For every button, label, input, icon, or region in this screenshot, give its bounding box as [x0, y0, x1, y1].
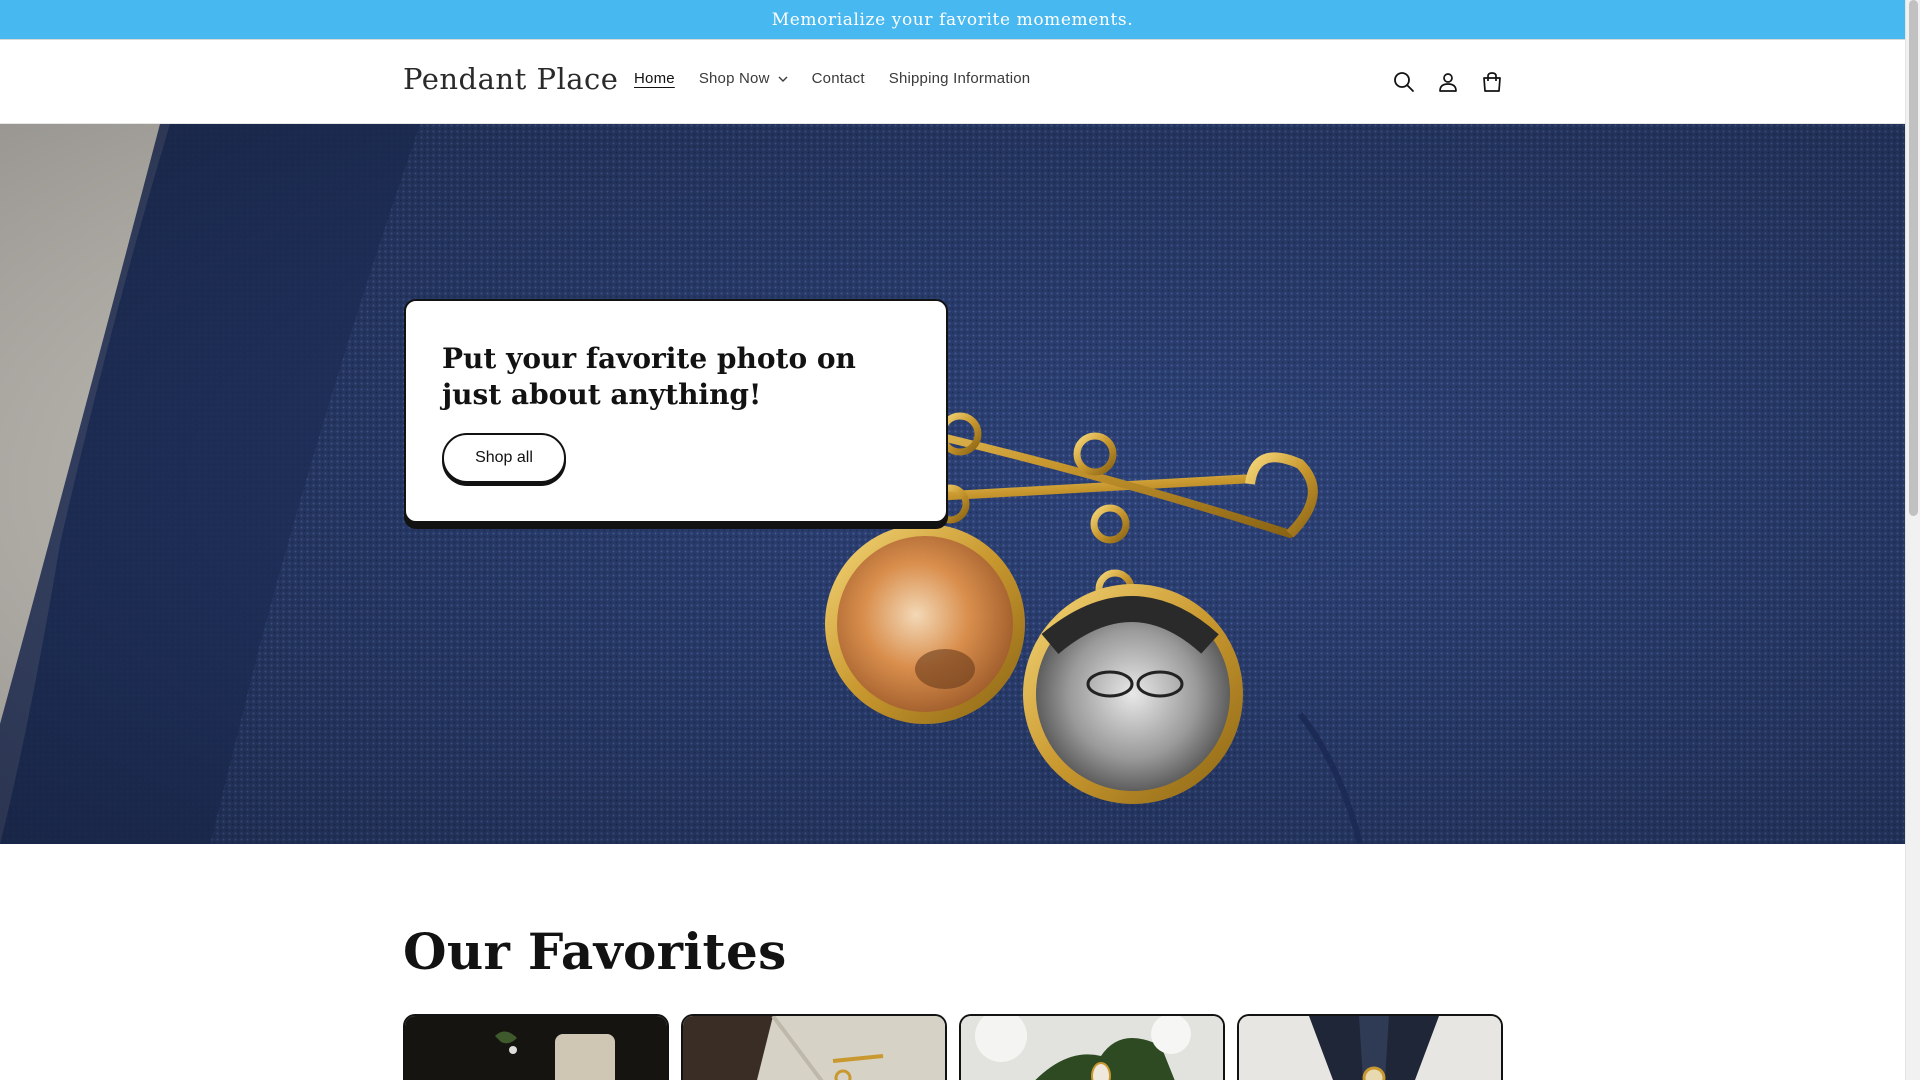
shop-all-button[interactable]: Shop all	[442, 433, 566, 483]
account-button[interactable]	[1430, 64, 1466, 100]
page-scrollbar[interactable]	[1905, 0, 1920, 1080]
product-image	[683, 1016, 945, 1080]
nav-shop-now[interactable]: Shop Now	[699, 70, 788, 87]
hero-image	[0, 124, 1905, 844]
cart-icon	[1483, 72, 1501, 92]
nav-home-label: Home	[634, 70, 675, 87]
product-image	[405, 1016, 667, 1080]
site-header: Pendant Place Home Shop Now Contact Ship…	[0, 40, 1905, 124]
nav-home[interactable]: Home	[634, 70, 675, 87]
chevron-down-icon	[778, 76, 788, 82]
section-title: Our Favorites	[403, 922, 787, 981]
product-card[interactable]	[1237, 1014, 1503, 1080]
product-grid	[403, 1014, 1503, 1080]
product-card[interactable]	[403, 1014, 669, 1080]
nav-shipping-label: Shipping Information	[888, 70, 1031, 87]
announcement-text: Memorialize your favorite momements.	[771, 9, 1134, 30]
search-button[interactable]	[1386, 64, 1422, 100]
site-logo[interactable]: Pendant Place	[403, 62, 618, 96]
product-card[interactable]	[959, 1014, 1225, 1080]
product-image	[1239, 1016, 1501, 1080]
announcement-bar: Memorialize your favorite momements.	[0, 0, 1905, 40]
nav-contact-label: Contact	[811, 70, 865, 87]
scrollbar-thumb[interactable]	[1909, 0, 1918, 516]
main-nav: Home Shop Now Contact Shipping Informati…	[634, 70, 1054, 87]
cart-button[interactable]	[1474, 64, 1510, 100]
nav-shop-now-label: Shop Now	[698, 70, 770, 87]
hero-banner: Put your favorite photo on just about an…	[0, 124, 1905, 844]
product-image	[961, 1016, 1223, 1080]
search-icon	[1394, 72, 1414, 92]
hero-title: Put your favorite photo on just about an…	[442, 342, 856, 411]
nav-contact[interactable]: Contact	[812, 70, 865, 87]
account-icon	[1439, 73, 1457, 92]
nav-shipping-information[interactable]: Shipping Information	[889, 70, 1031, 87]
product-card[interactable]	[681, 1014, 947, 1080]
hero-card: Put your favorite photo on just about an…	[404, 299, 948, 523]
header-icons	[1386, 64, 1510, 100]
